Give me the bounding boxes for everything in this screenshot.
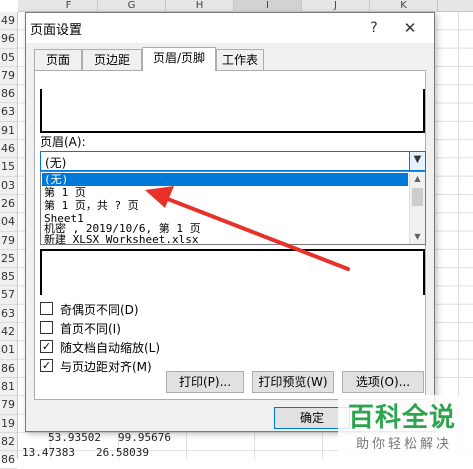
watermark-title: 百科全说 (348, 403, 457, 433)
red-arrow-annotation (145, 186, 350, 271)
arrow-shaft (158, 194, 350, 271)
tab-header-footer[interactable]: 页眉/页脚 (142, 47, 216, 71)
watermark-subtitle: 助你轻松解决 (356, 437, 453, 452)
watermark: 百科全说 助你轻松解决 (338, 395, 473, 459)
arrow-head-icon (145, 186, 174, 208)
